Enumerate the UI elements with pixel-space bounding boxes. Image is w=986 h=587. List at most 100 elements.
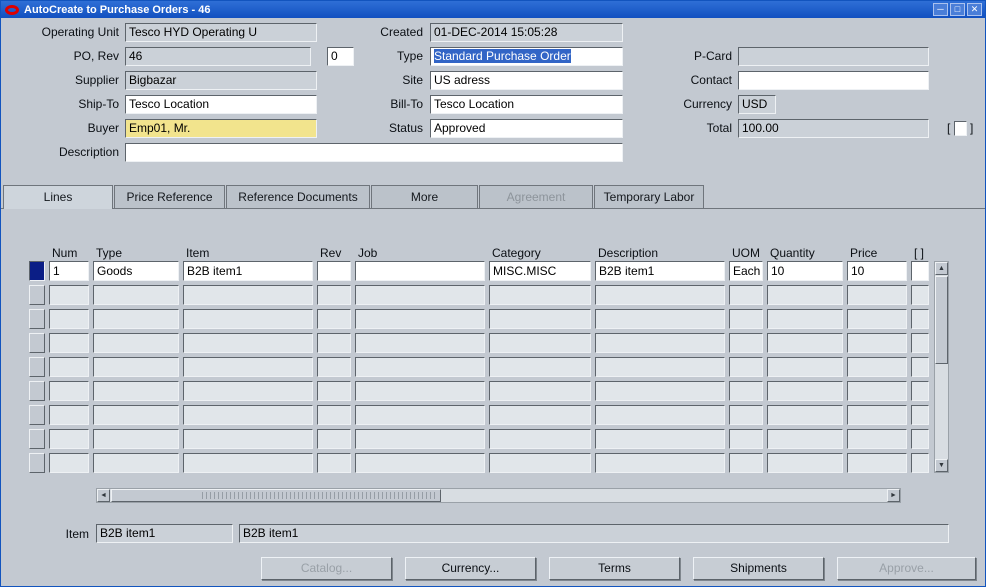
row-selector[interactable]: [29, 309, 45, 329]
ship-to-field[interactable]: Tesco Location: [125, 95, 317, 114]
cell-uom[interactable]: [729, 333, 763, 353]
cell-flexfield[interactable]: [911, 285, 929, 305]
cell-item[interactable]: [183, 285, 313, 305]
row-selector[interactable]: [29, 285, 45, 305]
cell-job[interactable]: [355, 309, 485, 329]
contact-field[interactable]: [738, 71, 929, 90]
shipments-button[interactable]: Shipments: [693, 557, 824, 580]
cell-category[interactable]: [489, 405, 591, 425]
cell-job[interactable]: [355, 333, 485, 353]
cell-price[interactable]: [847, 429, 907, 449]
cell-num[interactable]: [49, 333, 89, 353]
cell-job[interactable]: [355, 285, 485, 305]
cell-type[interactable]: [93, 453, 179, 473]
row-selector[interactable]: [29, 357, 45, 377]
cell-category[interactable]: [489, 309, 591, 329]
cell-price[interactable]: [847, 285, 907, 305]
cell-category[interactable]: [489, 285, 591, 305]
cell-uom[interactable]: [729, 357, 763, 377]
cell-item[interactable]: [183, 429, 313, 449]
cell-uom[interactable]: [729, 405, 763, 425]
tab-price-reference[interactable]: Price Reference: [114, 185, 225, 208]
cell-description[interactable]: [595, 285, 725, 305]
terms-button[interactable]: Terms: [549, 557, 680, 580]
cell-flexfield[interactable]: [911, 381, 929, 401]
cell-uom[interactable]: [729, 285, 763, 305]
cell-flexfield[interactable]: [911, 357, 929, 377]
tab-reference-documents[interactable]: Reference Documents: [226, 185, 370, 208]
cell-rev[interactable]: [317, 357, 351, 377]
cell-category[interactable]: [489, 381, 591, 401]
cell-rev[interactable]: [317, 405, 351, 425]
cell-flexfield[interactable]: [911, 261, 929, 281]
close-button[interactable]: ✕: [967, 3, 982, 16]
cell-num[interactable]: [49, 357, 89, 377]
type-field[interactable]: Standard Purchase Order: [430, 47, 623, 66]
cell-description[interactable]: B2B item1: [595, 261, 725, 281]
row-selector[interactable]: [29, 405, 45, 425]
description-field[interactable]: [125, 143, 623, 162]
cell-item[interactable]: B2B item1: [183, 261, 313, 281]
cell-num[interactable]: [49, 405, 89, 425]
row-selector[interactable]: [29, 453, 45, 473]
cell-job[interactable]: [355, 405, 485, 425]
cell-price[interactable]: [847, 333, 907, 353]
cell-item[interactable]: [183, 381, 313, 401]
cell-uom[interactable]: [729, 309, 763, 329]
cell-quantity[interactable]: [767, 429, 843, 449]
tab-temporary-labor[interactable]: Temporary Labor: [594, 185, 704, 208]
cell-uom[interactable]: [729, 381, 763, 401]
cell-rev[interactable]: [317, 453, 351, 473]
cell-description[interactable]: [595, 453, 725, 473]
scroll-up-button[interactable]: ▲: [935, 262, 948, 275]
cell-description[interactable]: [595, 333, 725, 353]
cell-type[interactable]: [93, 405, 179, 425]
scroll-left-button[interactable]: ◄: [97, 489, 110, 502]
cell-rev[interactable]: [317, 309, 351, 329]
cell-description[interactable]: [595, 309, 725, 329]
cell-num[interactable]: [49, 453, 89, 473]
cell-rev[interactable]: [317, 381, 351, 401]
row-selector[interactable]: [29, 261, 45, 281]
cell-price[interactable]: [847, 405, 907, 425]
cell-type[interactable]: [93, 333, 179, 353]
cell-quantity[interactable]: [767, 285, 843, 305]
cell-flexfield[interactable]: [911, 429, 929, 449]
cell-flexfield[interactable]: [911, 453, 929, 473]
currency-button[interactable]: Currency...: [405, 557, 536, 580]
cell-price[interactable]: [847, 357, 907, 377]
site-field[interactable]: US adress: [430, 71, 623, 90]
scroll-right-button[interactable]: ►: [887, 489, 900, 502]
cell-job[interactable]: [355, 453, 485, 473]
cell-description[interactable]: [595, 357, 725, 377]
cell-uom[interactable]: [729, 429, 763, 449]
cell-price[interactable]: [847, 309, 907, 329]
cell-description[interactable]: [595, 381, 725, 401]
total-flexfield[interactable]: [954, 121, 967, 136]
cell-flexfield[interactable]: [911, 309, 929, 329]
cell-flexfield[interactable]: [911, 405, 929, 425]
buyer-field[interactable]: Emp01, Mr.: [125, 119, 317, 138]
cell-type[interactable]: [93, 357, 179, 377]
cell-num[interactable]: [49, 429, 89, 449]
cell-item[interactable]: [183, 309, 313, 329]
horizontal-scrollbar[interactable]: ◄ ►: [96, 488, 901, 503]
cell-category[interactable]: [489, 429, 591, 449]
tab-more[interactable]: More: [371, 185, 478, 208]
cell-job[interactable]: [355, 381, 485, 401]
cell-price[interactable]: [847, 381, 907, 401]
tab-lines[interactable]: Lines: [3, 185, 113, 209]
cell-job[interactable]: [355, 357, 485, 377]
scroll-down-button[interactable]: ▼: [935, 459, 948, 472]
cell-quantity[interactable]: [767, 357, 843, 377]
cell-quantity[interactable]: 10: [767, 261, 843, 281]
cell-item[interactable]: [183, 333, 313, 353]
maximize-button[interactable]: □: [950, 3, 965, 16]
cell-quantity[interactable]: [767, 381, 843, 401]
cell-quantity[interactable]: [767, 405, 843, 425]
cell-rev[interactable]: [317, 285, 351, 305]
cell-type[interactable]: [93, 381, 179, 401]
cell-description[interactable]: [595, 429, 725, 449]
cell-rev[interactable]: [317, 261, 351, 281]
row-selector[interactable]: [29, 429, 45, 449]
